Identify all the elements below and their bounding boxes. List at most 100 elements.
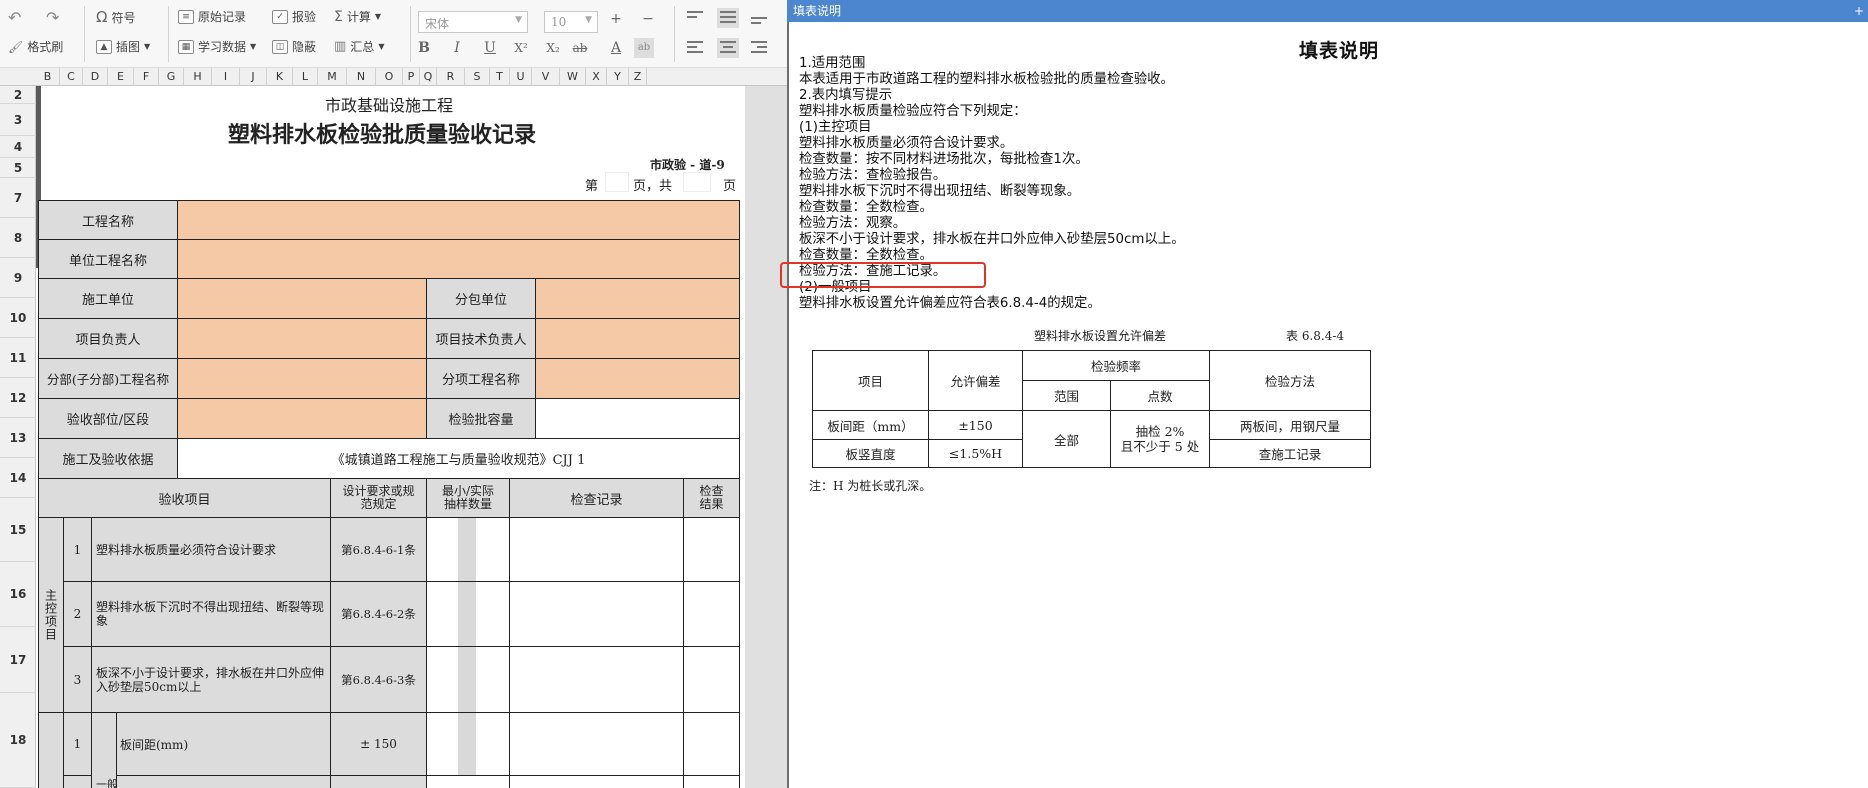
pin-icon[interactable]: + [1854,0,1864,22]
align-top-icon[interactable] [684,8,706,28]
input-subitem-name[interactable] [535,358,740,399]
column-header[interactable]: I [212,68,240,86]
report-button[interactable]: ✓ 报验 [272,8,316,25]
increase-font-button[interactable]: + [606,9,626,29]
column-header[interactable]: J [240,68,267,86]
symbol-button[interactable]: Ω 符号 [96,8,135,26]
item-result[interactable] [683,775,740,788]
row-header[interactable]: 3 [0,104,36,136]
image-icon: ▲ [96,39,112,54]
row-header[interactable]: 7 [0,178,36,218]
input-project-manager[interactable] [177,318,427,359]
input-construction-unit[interactable] [177,278,427,319]
column-header[interactable]: S [465,68,490,86]
label-construction-unit: 施工单位 [38,278,178,319]
summary-button[interactable]: ▥ 汇总 ▼ [334,38,384,55]
column-header[interactable]: D [83,68,108,86]
column-header[interactable]: L [293,68,318,86]
column-header[interactable]: E [108,68,134,86]
item-record[interactable] [509,712,684,776]
column-header[interactable]: R [437,68,465,86]
align-right-icon[interactable] [748,38,770,58]
input-subdivision-name[interactable] [177,358,427,399]
raw-record-button[interactable]: ≡ 原始记录 [178,8,246,25]
item-result[interactable] [683,712,740,776]
input-subcontract-unit[interactable] [535,278,740,319]
strikethrough-button[interactable]: ab [570,38,590,58]
row-header[interactable]: 11 [0,338,36,378]
input-project-name[interactable] [177,200,740,240]
column-header[interactable]: Y [607,68,629,86]
column-header[interactable]: V [532,68,560,86]
align-middle-icon[interactable] [717,8,739,28]
superscript-button[interactable]: X² [511,38,531,58]
item-record[interactable] [509,646,684,713]
align-left-icon[interactable] [684,38,706,58]
column-header[interactable]: Q [420,68,437,86]
column-header[interactable]: G [159,68,184,86]
align-center-icon[interactable] [717,38,739,58]
align-bottom-icon[interactable] [748,8,770,28]
row-header[interactable]: 8 [0,218,36,258]
item-no: 3 [63,646,92,713]
row-header[interactable]: 12 [0,378,36,418]
column-header[interactable]: H [184,68,212,86]
row-header[interactable]: 13 [0,418,36,458]
spreadsheet[interactable]: BCDEFGHIJKLMNOPQRSTUVWXYZ 2 3 4 5 7 8 9 10 11 12 1… [0,68,787,788]
item-result[interactable] [683,517,740,582]
item-record[interactable] [509,775,684,788]
row-header[interactable]: 2 [0,86,36,104]
italic-button[interactable]: I [447,38,467,58]
row-header[interactable]: 17 [0,627,36,693]
insert-image-button[interactable]: ▲ 插图 ▼ [96,38,150,55]
basis-value[interactable]: 《城镇道路工程施工与质量验收规范》CJJ 1 [177,438,740,479]
column-header[interactable]: C [60,68,83,86]
row-header[interactable]: 18 [0,693,36,788]
item-sample[interactable] [426,775,510,788]
font-name-select[interactable]: 宋体 ▼ [418,11,528,33]
general-group-spacer [38,712,64,788]
item-result[interactable] [683,646,740,713]
input-acceptance-part[interactable] [177,398,427,439]
column-header[interactable]: K [267,68,293,86]
item-result[interactable] [683,581,740,647]
column-header[interactable]: X [586,68,607,86]
column-header[interactable]: Z [629,68,647,86]
column-header[interactable]: O [376,68,403,86]
column-header[interactable]: P [403,68,420,86]
hide-button[interactable]: ◫ 隐蔽 [272,38,316,55]
row-header[interactable]: 4 [0,136,36,158]
input-batch-capacity[interactable] [535,398,740,439]
column-header[interactable]: U [510,68,532,86]
item-record[interactable] [509,517,684,582]
row-header[interactable]: 16 [0,562,36,627]
column-header[interactable]: M [318,68,347,86]
input-tech-manager[interactable] [535,318,740,359]
row-header[interactable]: 10 [0,298,36,338]
font-size-select[interactable]: 10 ▼ [544,11,598,33]
page-number-input[interactable] [605,172,629,192]
column-header[interactable]: F [134,68,159,86]
page-total-input[interactable] [683,172,711,192]
decrease-font-button[interactable]: − [638,9,658,29]
calculate-button[interactable]: Σ 计算 ▼ [334,8,381,25]
underline-button[interactable]: U [480,38,500,58]
learn-data-button[interactable]: ▦ 学习数据 ▼ [178,38,256,55]
item-record[interactable] [509,581,684,647]
column-header[interactable]: B [36,68,60,86]
row-header[interactable]: 5 [0,158,36,178]
bold-button[interactable]: B [414,38,434,58]
row-header[interactable]: 14 [0,458,36,498]
column-header[interactable]: T [490,68,510,86]
column-header[interactable]: N [347,68,376,86]
char-border-button[interactable]: ab [634,38,654,58]
input-unit-project-name[interactable] [177,239,740,279]
row-header[interactable]: 15 [0,498,36,562]
column-header[interactable]: W [560,68,586,86]
redo-button[interactable]: ↷ [46,8,59,27]
format-painter-button[interactable]: 🖌 格式刷 [8,38,63,55]
row-header[interactable]: 9 [0,258,36,298]
undo-button[interactable]: ↶ [8,8,21,27]
font-color-button[interactable]: A [606,38,626,58]
subscript-button[interactable]: X₂ [543,38,563,58]
